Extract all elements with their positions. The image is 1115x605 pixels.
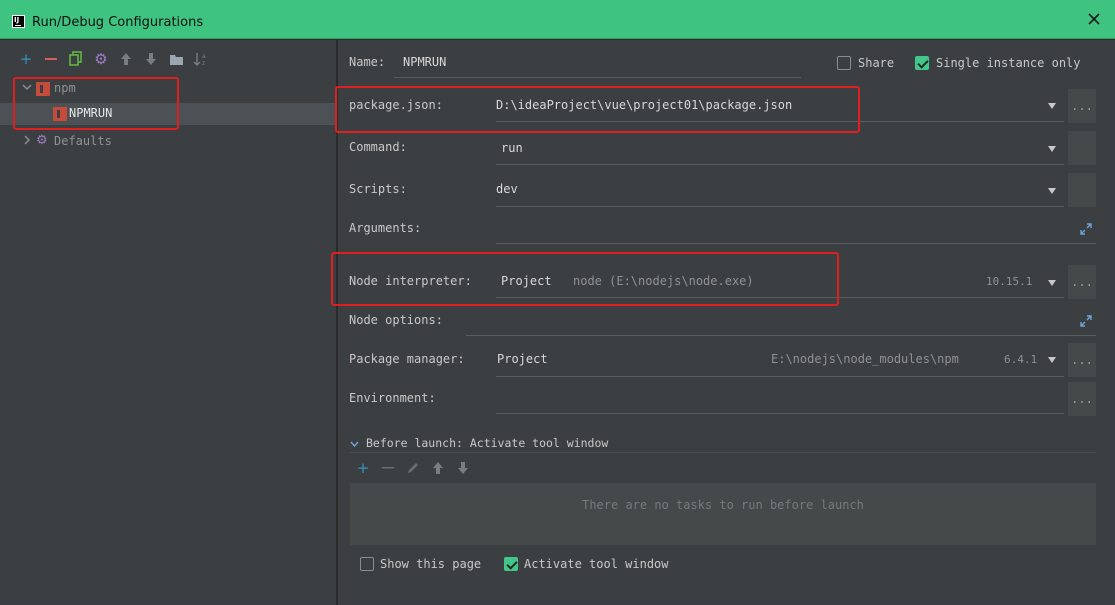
node-options-field[interactable] [466,335,1096,336]
remove-icon[interactable] [43,51,59,67]
highlight-box [335,86,860,133]
move-up-icon[interactable] [118,51,134,67]
scripts-dropdown[interactable]: dev [496,182,518,196]
settings-icon: ⚙ [36,133,48,148]
command-dropdown[interactable]: run [501,141,523,155]
window-title: Run/Debug Configurations [32,15,204,30]
name-label: Name: [349,55,386,69]
package-manager-version: 6.4.1 [1004,353,1038,366]
activate-window-checkbox[interactable] [504,557,518,571]
before-launch-divider [350,452,1096,453]
add-icon[interactable]: + [355,460,371,476]
command-underline [496,164,1064,165]
add-icon[interactable]: + [18,51,34,67]
svg-text:a: a [202,53,206,60]
chevron-down-icon[interactable] [350,440,359,449]
chevron-down-icon[interactable] [1048,280,1057,286]
tree-group-defaults[interactable]: ⚙ Defaults [0,131,336,153]
before-launch-header[interactable]: Before launch: Activate tool window [366,436,608,450]
single-instance-label: Single instance only [936,56,1081,70]
package-manager-underline [496,376,1064,377]
activate-window-label: Activate tool window [524,557,669,571]
before-launch-toolbar: + [355,460,471,476]
scripts-label: Scripts: [349,182,407,196]
chevron-right-icon[interactable] [22,135,34,147]
name-field[interactable]: NPMRUN [403,55,446,69]
share-checkbox[interactable] [837,56,851,70]
tree-group-label: Defaults [54,134,112,148]
expand-icon[interactable] [1079,222,1093,236]
chevron-down-icon[interactable] [1048,146,1057,152]
intellij-app-icon: IJ [12,15,25,28]
folder-icon[interactable] [168,51,184,67]
browse-node-interpreter-button[interactable]: ... [1067,264,1097,300]
tree-toolbar: + ⚙ az [18,50,209,68]
package-manager-dropdown[interactable]: Project [497,352,548,366]
scripts-side-panel [1067,172,1097,208]
arguments-label: Arguments: [349,221,422,235]
empty-tasks-message: There are no tasks to run before launch [582,498,864,512]
package-manager-label: Package manager: [349,352,465,366]
command-label: Command: [349,140,407,154]
move-down-icon[interactable] [455,460,471,476]
before-launch-tasks-list[interactable]: There are no tasks to run before launch [350,483,1096,545]
environment-field[interactable] [496,413,1064,414]
name-field-underline [394,77,801,78]
environment-label: Environment: [349,391,436,405]
browse-package-manager-button[interactable]: ... [1067,342,1097,378]
package-manager-path: E:\nodejs\node_modules\npm [771,352,959,366]
share-label: Share [858,56,895,70]
scripts-underline [496,206,1064,207]
node-options-label: Node options: [349,313,443,327]
svg-text:z: z [202,60,205,67]
highlight-box [13,77,179,130]
show-page-checkbox[interactable] [360,557,374,571]
copy-icon[interactable] [68,51,84,67]
edit-icon[interactable] [405,460,421,476]
single-instance-checkbox[interactable] [915,56,929,70]
move-up-icon[interactable] [430,460,446,476]
node-version: 10.15.1 [986,275,1033,288]
highlight-box [331,252,839,306]
move-down-icon[interactable] [143,51,159,67]
show-page-label: Show this page [380,557,482,571]
remove-icon[interactable] [380,460,396,476]
chevron-down-icon[interactable] [1048,357,1057,363]
expand-icon[interactable] [1079,314,1093,328]
sort-alpha-icon[interactable]: az [193,51,209,67]
close-icon[interactable] [1087,12,1101,26]
window-titlebar: IJ Run/Debug Configurations [0,0,1115,39]
chevron-down-icon[interactable] [1048,188,1057,194]
chevron-down-icon[interactable] [1048,103,1057,109]
command-side-panel [1067,130,1097,166]
settings-icon[interactable]: ⚙ [93,51,109,67]
browse-package-json-button[interactable]: ... [1067,88,1097,124]
browse-environment-button[interactable]: ... [1067,381,1097,417]
arguments-field[interactable] [496,243,1096,244]
